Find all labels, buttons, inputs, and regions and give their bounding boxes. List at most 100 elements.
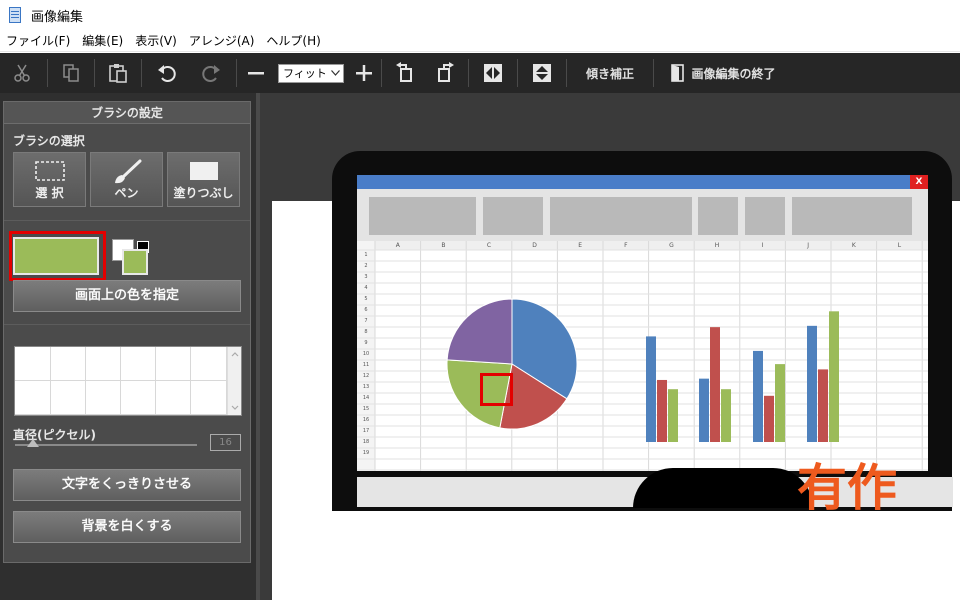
pen-tool-button[interactable]: ペン [90,152,163,207]
exit-door-icon [671,64,685,82]
panel-divider [4,324,250,325]
toolbar: フィット 傾き補正 画像編集の終了 [0,53,960,93]
diameter-value[interactable]: 16 [210,434,241,451]
copy-button[interactable] [51,53,91,93]
toolbar-separator [468,59,469,87]
zoom-in-button[interactable] [350,53,378,93]
scroll-arrows-icon [231,352,239,410]
rotate-left-icon [396,62,412,82]
select-tool-button[interactable]: 選 択 [13,152,86,207]
cut-button[interactable] [0,53,44,93]
window-title: 画像編集 [31,9,84,25]
flip-horizontal-button[interactable] [472,53,514,93]
brush-size-grid[interactable] [14,346,242,416]
grid-scrollbar[interactable] [227,347,241,415]
bar [721,389,731,442]
minus-icon [248,72,264,75]
fill-tool-label: 塗りつぶし [173,186,234,200]
brush-select-label: ブラシの選択 [13,134,85,148]
bar [753,350,763,442]
panel-title: ブラシの設定 [4,102,250,124]
undo-button[interactable] [145,53,189,93]
zoom-select[interactable]: フィット [278,63,344,83]
spreadsheet-grid: ABCDEFGHIJKL 1 2 3 4 5 6 7 8 9 10 11 12 13 14 15 16 17 18… [357,241,928,471]
bar [818,369,828,442]
rotate-right-button[interactable] [425,53,465,93]
bar [646,336,656,442]
menu-bar: ファイル(F) 編集(E) 表示(V) アレンジ(A) ヘルプ(H) [0,30,960,52]
ribbon-block [745,197,785,235]
ribbon-block [369,197,476,235]
bar [807,325,817,442]
menu-edit[interactable]: 編集(E) [76,30,129,52]
diameter-slider-track[interactable] [15,444,197,446]
menu-view[interactable]: 表示(V) [129,30,183,52]
brush-icon [114,159,141,184]
black-scribble [633,468,813,508]
brush-settings-panel: ブラシの設定 ブラシの選択 選 択 ペン 塗りつぶし 画面上の色を指定 直径(ピ… [3,101,251,563]
zoom-value: フィット [283,67,327,80]
undo-icon [158,65,176,82]
toolbar-separator [141,59,142,87]
menu-file[interactable]: ファイル(F) [0,30,76,52]
bar [699,378,709,442]
redo-icon [202,65,220,82]
app-icon [7,7,23,23]
bar [710,327,720,442]
pen-tool-label: ペン [114,186,139,200]
toolbar-separator [517,59,518,87]
monitor-frame: X ABCDEFGHIJKL 1 2 3 4 5 6 7 8 9 10 11 12 13 14 15 16 17… [332,151,952,511]
scissors-icon [14,64,30,82]
ribbon-block [483,197,543,235]
spreadsheet-screen: X ABCDEFGHIJKL 1 2 3 4 5 6 7 8 9 10 11 12 13 14 15 16 17… [357,175,928,471]
zoom-out-button[interactable] [240,53,272,93]
pick-screen-color-button[interactable]: 画面上の色を指定 [13,280,241,312]
toolbar-separator [236,59,237,87]
diameter-slider-thumb[interactable] [27,439,40,447]
bar-chart [646,311,839,442]
fill-tool-button[interactable]: 塗りつぶし [167,152,240,207]
highlight-frame [9,231,106,281]
exit-edit-label: 画像編集の終了 [691,66,776,81]
menu-arrange[interactable]: アレンジ(A) [183,30,261,52]
ribbon [357,189,928,241]
select-tool-label: 選 択 [35,186,64,200]
toolbar-separator [94,59,95,87]
redo-button[interactable] [189,53,233,93]
fill-icon [189,162,218,180]
pie-highlight-frame [480,373,513,406]
menu-help[interactable]: ヘルプ(H) [260,30,326,52]
left-sidebar: ブラシの設定 ブラシの選択 選 択 ペン 塗りつぶし 画面上の色を指定 直径(ピ… [0,93,260,600]
foreground-color-swatch[interactable] [122,249,148,275]
bar [764,395,774,442]
bar [829,311,839,442]
overlay-text: 有作 [797,459,897,517]
bar [668,389,678,442]
toolbar-separator [47,59,48,87]
flip-vertical-button[interactable] [521,53,563,93]
rotate-right-icon [438,62,454,82]
screen-close-icon: X [910,175,928,189]
sharpen-text-button[interactable]: 文字をくっきりさせる [13,469,241,501]
tilt-correction-button[interactable]: 傾き補正 [570,53,650,93]
toolbar-separator [653,59,654,87]
whiten-background-button[interactable]: 背景を白くする [13,511,241,543]
paste-button[interactable] [98,53,138,93]
toolbar-separator [381,59,382,87]
canvas-area[interactable]: X ABCDEFGHIJKL 1 2 3 4 5 6 7 8 9 10 11 12 13 14 15 16 17… [260,93,960,600]
toolbar-separator [566,59,567,87]
diameter-label: 直径(ピクセル) [13,428,96,442]
rotate-left-button[interactable] [385,53,425,93]
bar [775,364,785,442]
chevron-down-icon [331,70,340,76]
ribbon-block [550,197,692,235]
plus-icon [356,65,372,81]
panel-divider [4,220,250,221]
flip-horizontal-icon [484,64,502,82]
selection-icon [34,161,65,181]
tilt-correction-label: 傾き補正 [585,66,634,81]
ribbon-block [698,197,738,235]
exit-edit-button[interactable]: 画像編集の終了 [657,53,789,93]
flip-vertical-icon [533,64,551,82]
copy-icon [63,64,79,82]
